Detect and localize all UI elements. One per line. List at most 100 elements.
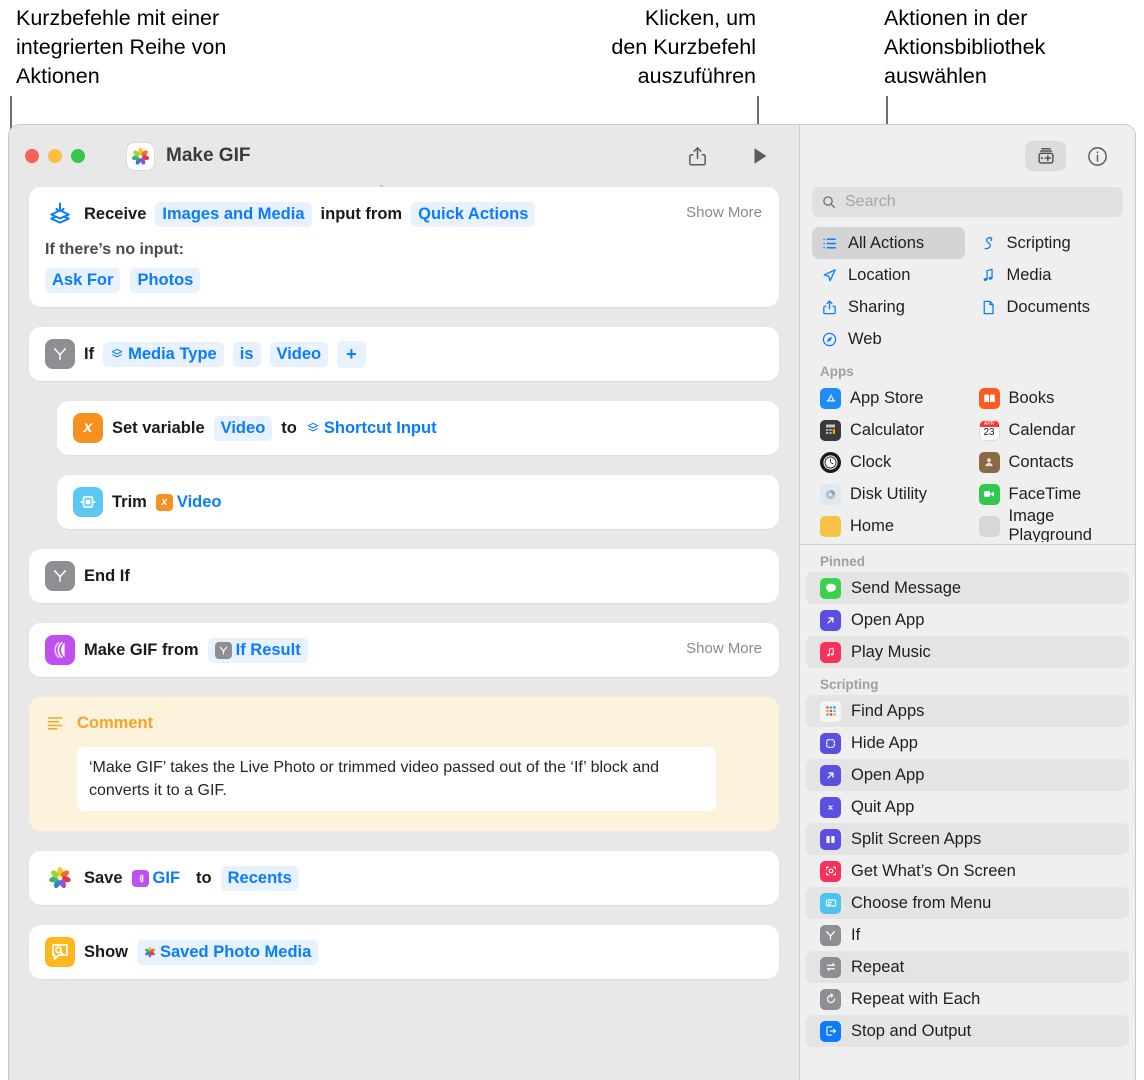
action-card-show[interactable]: Show Saved Photo Media — [29, 925, 779, 979]
token-video[interactable]: Video — [269, 341, 329, 367]
list-item-split-screen-apps[interactable]: Split Screen Apps — [806, 823, 1129, 855]
make-gif-icon — [45, 635, 75, 665]
show-more-receive[interactable]: Show More — [686, 204, 762, 221]
sidebar-item-disk-utility[interactable]: Disk Utility — [812, 478, 965, 510]
list-item-open-app-scripting[interactable]: Open App — [806, 759, 1129, 791]
sidebar-item-clock[interactable]: Clock — [812, 446, 965, 478]
add-action-icon[interactable] — [1025, 141, 1066, 171]
sidebar-item-calendar[interactable]: APR 23 Calendar — [971, 414, 1124, 446]
search-input[interactable] — [845, 193, 1114, 211]
sidebar-item-sharing[interactable]: Sharing — [812, 291, 965, 323]
action-card-receive[interactable]: Receive Images and Media input from Quic… — [29, 187, 779, 307]
sidebar-item-app-clipped-left[interactable]: Home — [812, 510, 965, 542]
token-if-result[interactable]: If Result — [207, 637, 308, 663]
sidebar-item-app-clipped-right[interactable]: Image Playground — [971, 507, 1124, 542]
list-item-choose-from-menu[interactable]: Choose from Menu — [806, 887, 1129, 919]
minimize-button[interactable] — [48, 149, 62, 163]
token-saved-photo-media[interactable]: Saved Photo Media — [137, 939, 319, 965]
list-item-open-app-pinned[interactable]: Open App — [806, 604, 1129, 636]
sidebar-item-documents[interactable]: Documents — [971, 291, 1124, 323]
token-trim-video[interactable]: x Video — [155, 490, 229, 515]
list-item-repeat-with-each[interactable]: Repeat with Each — [806, 983, 1129, 1015]
disk-utility-icon — [820, 483, 841, 505]
sidebar-item-calculator[interactable]: Calculator — [812, 414, 965, 446]
stop-output-icon — [820, 1020, 841, 1042]
action-card-make-gif[interactable]: Make GIF from If Result Show More — [29, 623, 779, 677]
search-box[interactable] — [812, 187, 1123, 217]
show-more-make-gif[interactable]: Show More — [686, 640, 762, 657]
list-item-label: Send Message — [851, 578, 962, 597]
list-item-label: Repeat with Each — [851, 989, 981, 1008]
scripting-icon — [979, 235, 998, 252]
list-item-label: Get What’s On Screen — [851, 861, 1016, 880]
action-card-trim[interactable]: Trim x Video — [57, 475, 779, 529]
screenshot-root: Kurzbefehle mit einer integrierten Reihe… — [0, 0, 1144, 1080]
token-recents[interactable]: Recents — [220, 865, 299, 891]
token-media-type[interactable]: Media Type — [103, 341, 224, 367]
list-item-label: Quit App — [851, 797, 915, 816]
window-titlebar: Make GIF — [9, 125, 799, 187]
list-item-play-music[interactable]: Play Music — [806, 636, 1129, 668]
show-icon — [45, 937, 75, 967]
info-icon[interactable] — [1086, 145, 1109, 168]
scripting-list: Find Apps Hide App Open App Quit App Spl… — [800, 695, 1135, 1047]
list-item-if[interactable]: If — [806, 919, 1129, 951]
run-icon[interactable] — [749, 145, 771, 167]
sidebar-item-facetime[interactable]: FaceTime — [971, 478, 1124, 510]
list-item-stop-and-output[interactable]: Stop and Output — [806, 1015, 1129, 1047]
token-condition-is[interactable]: is — [232, 341, 261, 367]
action-card-save[interactable]: Save GIF to Recents — [29, 851, 779, 905]
sidebar-item-all-actions[interactable]: All Actions — [812, 227, 965, 259]
hide-app-icon — [820, 732, 841, 754]
close-button[interactable] — [25, 149, 39, 163]
share-icon — [820, 299, 839, 316]
token-quick-actions[interactable]: Quick Actions — [411, 201, 536, 227]
token-images-and-media[interactable]: Images and Media — [155, 201, 312, 227]
list-item-label: Open App — [851, 610, 925, 629]
action-card-end-if[interactable]: End If — [29, 549, 779, 603]
list-item-repeat[interactable]: Repeat — [806, 951, 1129, 983]
sidebar-item-app-store[interactable]: App Store — [812, 382, 965, 414]
repeat-each-icon — [820, 988, 841, 1010]
list-item-label: Choose from Menu — [851, 893, 992, 912]
list-item-hide-app[interactable]: Hide App — [806, 727, 1129, 759]
sidebar-item-media[interactable]: Media — [971, 259, 1124, 291]
sidebar-item-web[interactable]: Web — [812, 323, 965, 355]
list-item-quit-app[interactable]: Quit App — [806, 791, 1129, 823]
list-item-send-message[interactable]: Send Message — [806, 572, 1129, 604]
sidebar-item-label: Location — [848, 265, 911, 284]
shortcut-editor-pane: Make GIF Receive Images and Media input … — [9, 125, 799, 1080]
action-label-input-from: input from — [320, 204, 403, 223]
sidebar-item-location[interactable]: Location — [812, 259, 965, 291]
app-icon — [820, 515, 841, 537]
action-card-comment[interactable]: Comment ‘Make GIF’ takes the Live Photo … — [29, 697, 779, 831]
list-icon — [820, 235, 839, 252]
zoom-button[interactable] — [71, 149, 85, 163]
sidebar-item-books[interactable]: Books — [971, 382, 1124, 414]
section-header-scripting: Scripting — [820, 677, 879, 692]
share-icon[interactable] — [686, 145, 709, 168]
get-screen-icon — [820, 860, 841, 882]
action-card-set-variable[interactable]: x Set variable Video to Shortcut Input — [57, 401, 779, 455]
sidebar-item-scripting[interactable]: Scripting — [971, 227, 1124, 259]
add-condition-button[interactable]: + — [337, 340, 366, 368]
page-title: Make GIF — [166, 145, 251, 166]
token-photos[interactable]: Photos — [130, 268, 201, 293]
token-trim-video-label: Video — [176, 492, 222, 511]
token-gif[interactable]: GIF — [131, 866, 188, 891]
action-card-if[interactable]: If Media Type is Video + — [29, 327, 779, 381]
comment-text[interactable]: ‘Make GIF’ takes the Live Photo or trimm… — [77, 747, 716, 811]
list-item-get-whats-on-screen[interactable]: Get What’s On Screen — [806, 855, 1129, 887]
token-ask-for[interactable]: Ask For — [45, 268, 121, 293]
list-item-find-apps[interactable]: Find Apps — [806, 695, 1129, 727]
section-header-apps: Apps — [820, 364, 854, 379]
sidebar-item-label: Calculator — [850, 420, 925, 439]
list-item-label: Stop and Output — [851, 1021, 972, 1040]
sidebar-item-contacts[interactable]: Contacts — [971, 446, 1124, 478]
callout-action-library: Aktionen in der Aktionsbibliothek auswäh… — [884, 6, 1046, 88]
open-app-icon — [820, 764, 841, 786]
token-variable-video[interactable]: Video — [213, 415, 273, 441]
search-icon — [821, 194, 837, 210]
token-gif-label: GIF — [152, 868, 181, 887]
token-shortcut-input[interactable]: Shortcut Input — [306, 416, 444, 441]
